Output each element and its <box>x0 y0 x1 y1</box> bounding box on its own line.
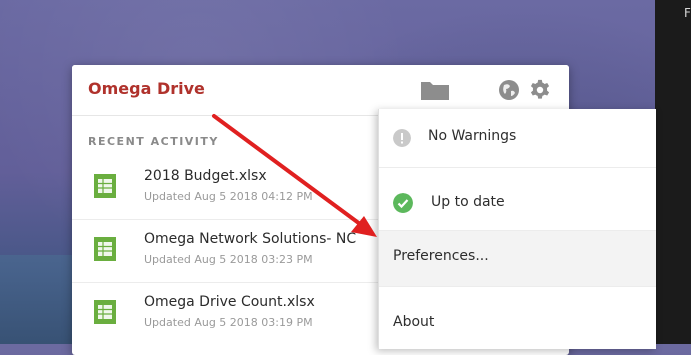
menu-item-label: Preferences... <box>393 248 489 264</box>
menu-item-preferences[interactable]: Preferences... <box>379 231 656 287</box>
spreadsheet-icon <box>94 237 116 261</box>
recent-activity-label: RECENT ACTIVITY <box>88 135 219 148</box>
file-updated: Updated Aug 5 2018 03:23 PM <box>144 253 313 266</box>
globe-icon[interactable] <box>498 79 520 101</box>
file-name: 2018 Budget.xlsx <box>144 168 267 184</box>
adjacent-window-text: F <box>684 6 691 20</box>
spreadsheet-icon <box>94 300 116 324</box>
gear-icon[interactable] <box>528 79 552 101</box>
file-updated: Updated Aug 5 2018 04:12 PM <box>144 190 313 203</box>
adjacent-window-edge <box>655 0 691 344</box>
menu-item-about[interactable]: About <box>379 287 656 349</box>
menu-item-label: About <box>393 314 435 330</box>
settings-dropdown-menu: No Warnings Up to date Preferences... Ab… <box>378 109 656 349</box>
file-name: Omega Drive Count.xlsx <box>144 294 315 310</box>
file-name: Omega Network Solutions- NC <box>144 231 357 247</box>
info-icon <box>393 129 411 147</box>
file-updated: Updated Aug 5 2018 03:19 PM <box>144 316 313 329</box>
menu-item-status[interactable]: Up to date <box>379 168 656 231</box>
menu-item-warnings[interactable]: No Warnings <box>379 109 656 168</box>
folder-icon[interactable] <box>420 79 450 101</box>
checkmark-icon <box>393 193 413 213</box>
desktop-horizon <box>0 255 80 344</box>
spreadsheet-icon <box>94 174 116 198</box>
menu-item-label: Up to date <box>431 194 505 210</box>
app-title: Omega Drive <box>88 79 205 98</box>
menu-item-label: No Warnings <box>428 128 517 144</box>
